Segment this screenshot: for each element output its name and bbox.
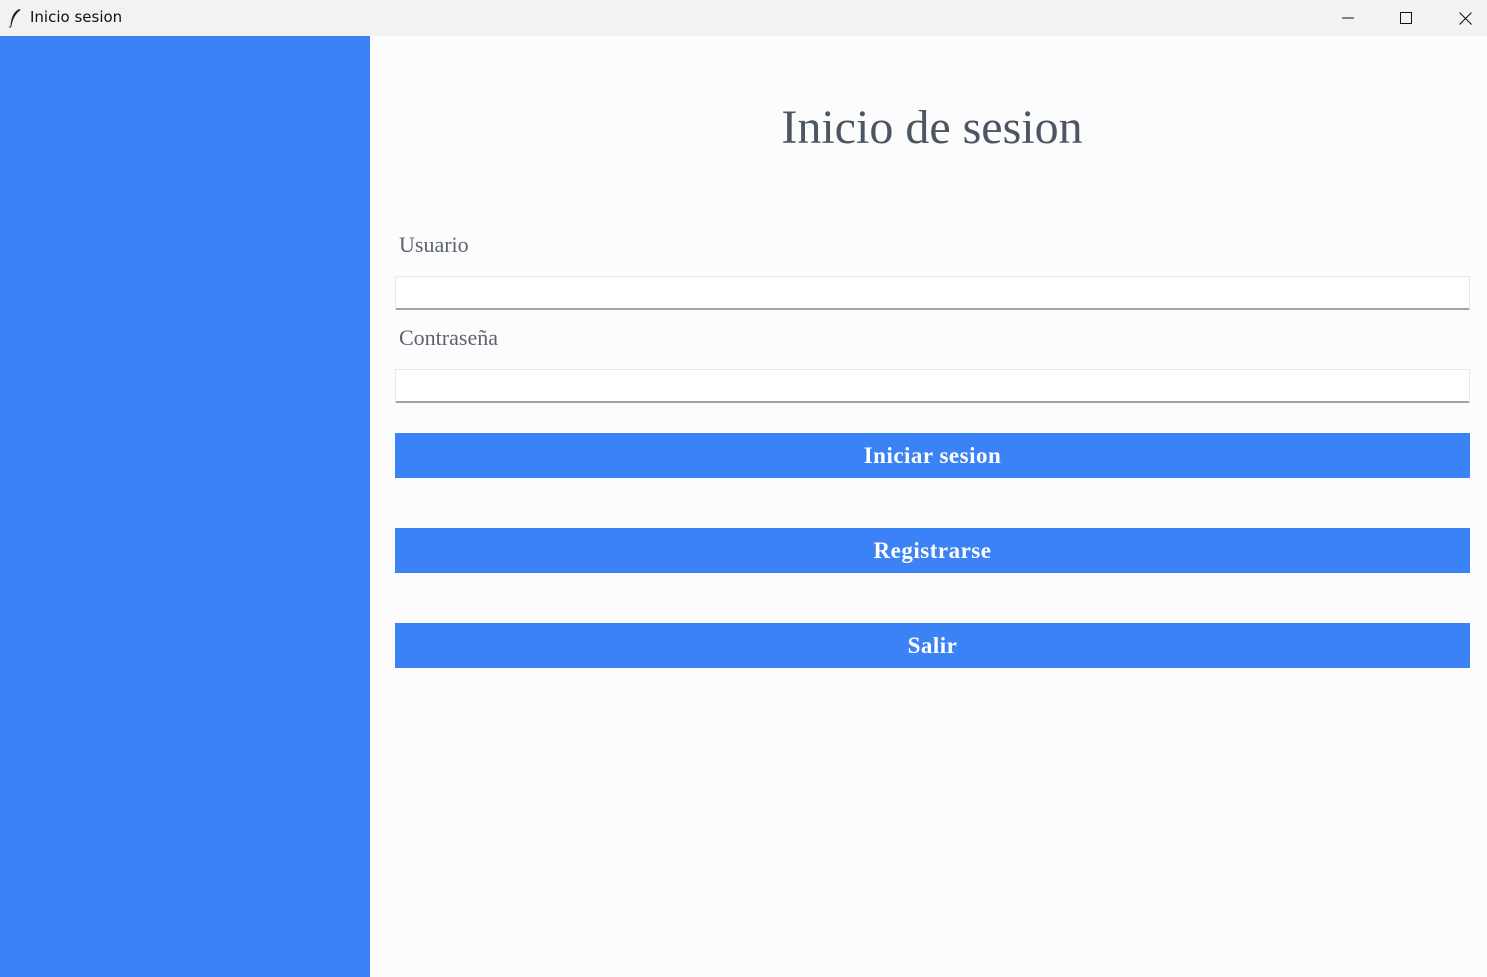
username-input[interactable] [395,276,1470,310]
close-button[interactable] [1436,0,1487,36]
login-form: Inicio de sesion Usuario Contraseña Inic… [370,36,1487,977]
maximize-button[interactable] [1377,0,1435,36]
username-label: Usuario [399,232,469,257]
password-input[interactable] [395,369,1470,403]
page-title: Inicio de sesion [781,101,1083,154]
title-bar: Inicio sesion [0,0,1487,36]
feather-icon [9,9,21,28]
login-button[interactable]: Iniciar sesion [395,433,1470,478]
register-button[interactable]: Registrarse [395,528,1470,573]
close-icon [1458,11,1472,25]
password-label: Contraseña [399,325,498,350]
exit-button[interactable]: Salir [395,623,1470,668]
maximize-icon [1400,12,1412,24]
side-panel [0,36,370,977]
window-title: Inicio sesion [30,8,123,26]
minimize-icon [1342,17,1354,19]
minimize-button[interactable] [1319,0,1377,36]
